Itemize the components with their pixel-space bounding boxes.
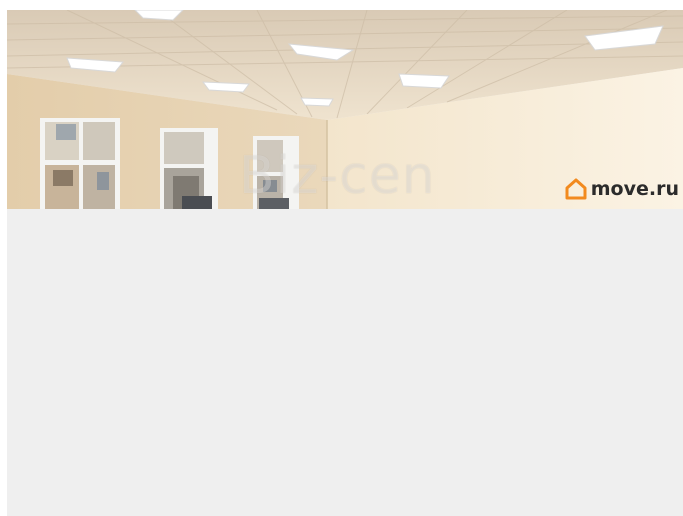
- window: [160, 128, 218, 209]
- listing-photo-frame: Biz-cen move.ru: [7, 10, 683, 516]
- house-logo-icon: [565, 178, 587, 200]
- window: [40, 118, 120, 209]
- brand-name: move.ru: [590, 178, 679, 200]
- brand-logo[interactable]: move.ru: [565, 176, 679, 202]
- watermark-text: Biz-cen: [239, 146, 436, 206]
